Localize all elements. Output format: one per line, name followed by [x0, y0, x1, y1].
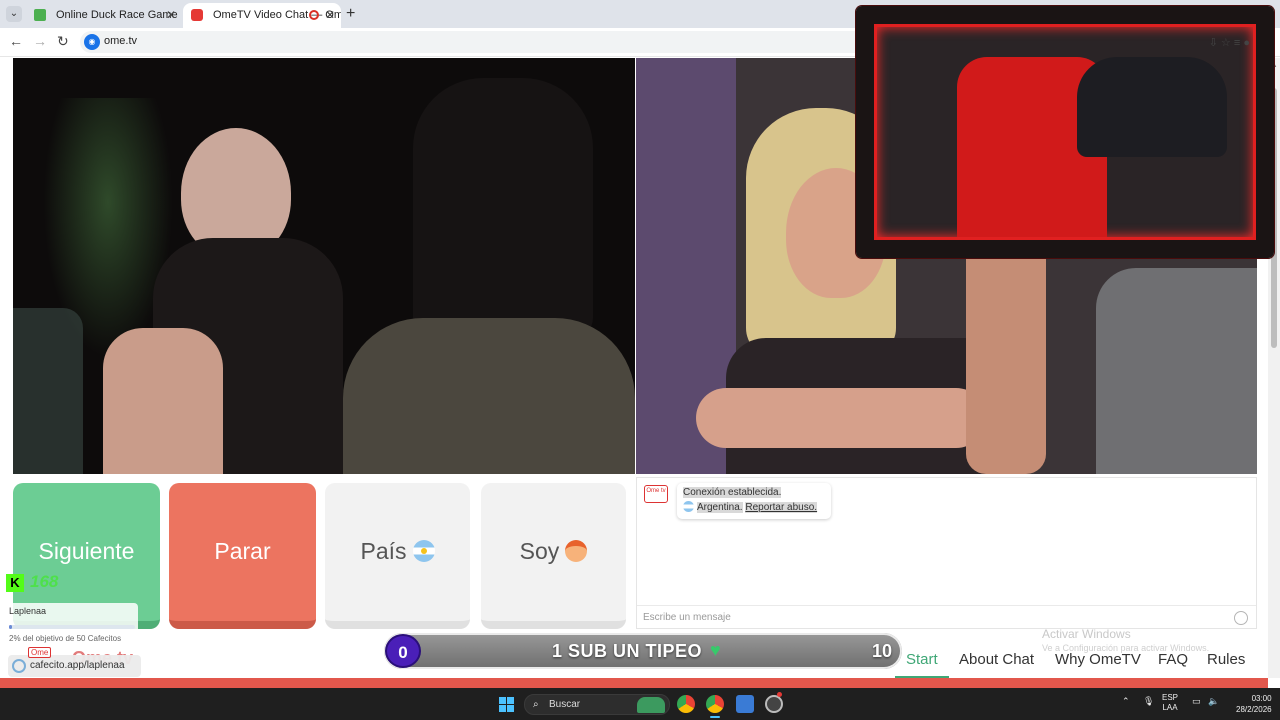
close-tab-icon[interactable]: ✕ [325, 8, 335, 22]
clock-time: 03:00 [1251, 694, 1272, 703]
gender-button-label: Soy [519, 538, 560, 564]
back-arrow-icon[interactable]: ← [9, 33, 23, 49]
country-text: Argentina. [697, 502, 743, 513]
recording-dot-icon [777, 692, 782, 697]
forward-arrow-icon[interactable]: → [33, 33, 47, 49]
network-icon[interactable]: ▭ [1192, 696, 1201, 707]
nav-start[interactable]: Start [906, 651, 938, 668]
cafecito-link: cafecito.app/laplenaa [30, 660, 125, 671]
nav-faq[interactable]: FAQ [1158, 651, 1188, 668]
next-button-label: Siguiente [38, 538, 135, 564]
woman-arms [696, 388, 986, 448]
browser-toolbar-icons: ⇩ ☆ ≡ ● [1209, 36, 1250, 49]
keyboard-layout: LAA [1162, 703, 1178, 712]
sub-count-left: 0 [385, 634, 421, 668]
tab-label: Online Duck Race Game [56, 9, 178, 21]
stop-button[interactable]: Parar [169, 483, 316, 629]
windows-start-icon[interactable] [499, 697, 514, 712]
close-tab-icon[interactable]: ✕ [166, 8, 176, 22]
person-two-jacket [343, 318, 635, 474]
boy-face-icon [565, 540, 588, 562]
nav-why-ometv[interactable]: Why OmeTV [1055, 651, 1141, 668]
cap-shape [1077, 57, 1227, 157]
donation-goal-widget: Laplenaa 2% del objetivo de 50 Cafecitos [6, 603, 138, 647]
argentina-flag-icon [683, 501, 694, 512]
country-button[interactable]: País [325, 483, 470, 629]
cafecito-icon [12, 659, 26, 673]
chrome-canary-taskbar-icon[interactable] [706, 695, 724, 713]
tab-ometv[interactable]: OmeTV Video Chat — Ome ✕ [183, 3, 341, 28]
system-message: Conexión establecida. Argentina. Reporta… [677, 483, 831, 519]
sub-goal-banner: 0 1 SUB UN TIPEO ♥ 10 [384, 633, 902, 669]
follower-counter: K 168 [6, 572, 58, 592]
tab-label: OmeTV Video Chat — Ome [213, 9, 341, 21]
address-input[interactable]: ◉ ome.tv [80, 31, 980, 53]
clock-date: 28/2/2026 [1236, 705, 1272, 714]
tab-search-dropdown-icon[interactable]: ⌄ [6, 6, 22, 22]
person-one-arm [103, 328, 223, 474]
site-info-icon[interactable]: ◉ [84, 34, 100, 50]
url-text: ome.tv [104, 35, 138, 47]
message-input[interactable]: Escribe un mensaje [637, 605, 1256, 629]
person-two-hair [413, 78, 593, 338]
system-clock[interactable]: 03:00 28/2/2026 [1236, 693, 1272, 715]
install-app-icon[interactable]: ⇩ [1209, 37, 1218, 49]
nav-about-chat[interactable]: About Chat [959, 651, 1034, 668]
goal-text: 2% del objetivo de 50 Cafecitos [9, 634, 122, 643]
reading-list-icon[interactable]: ≡ [1234, 37, 1240, 49]
man-shorts [1096, 268, 1257, 474]
photos-taskbar-icon[interactable] [736, 695, 754, 713]
obs-taskbar-icon[interactable] [765, 695, 783, 713]
activate-windows-title: Activar Windows [1042, 627, 1131, 641]
green-heart-icon: ♥ [710, 640, 721, 660]
microphone-icon[interactable]: 🎙 [1143, 696, 1154, 707]
taskbar-search-box[interactable]: ⌕ Buscar [524, 694, 670, 715]
bookmark-star-icon[interactable]: ☆ [1221, 37, 1231, 49]
stranger-video [13, 58, 635, 474]
tray-overflow-icon[interactable]: ⌃ [1122, 696, 1130, 707]
new-tab-icon[interactable]: + [346, 5, 355, 23]
argentina-flag-icon [412, 540, 435, 562]
gender-button[interactable]: Soy [481, 483, 626, 629]
active-app-indicator [710, 716, 720, 718]
volume-icon[interactable]: 🔈 [1208, 696, 1219, 707]
duck-race-favicon-icon [34, 9, 46, 21]
chat-panel: Ome tv Conexión establecida. Argentina. … [636, 477, 1257, 629]
profile-avatar-icon[interactable]: ● [1243, 37, 1250, 49]
search-highlight-icon [637, 697, 665, 713]
chrome-taskbar-icon[interactable] [677, 695, 695, 713]
vase-shape [13, 308, 83, 474]
man-arm [966, 228, 1046, 474]
webcam-overlay: ⇩ ☆ ≡ ● [856, 6, 1274, 258]
language-indicator[interactable]: ESP LAA [1162, 693, 1178, 713]
recording-icon [309, 10, 319, 20]
taskbar-search-placeholder: Buscar [549, 699, 581, 710]
footer-red-strip [0, 678, 1268, 688]
ome-mini-logo: Ome [28, 647, 52, 658]
follower-count: 168 [30, 572, 59, 591]
search-icon: ⌕ [533, 699, 539, 710]
nav-rules[interactable]: Rules [1207, 651, 1245, 668]
sub-count-right: 10 [871, 641, 892, 661]
sub-banner-title: 1 SUB UN TIPEO [552, 641, 703, 661]
emoji-icon[interactable] [1234, 611, 1248, 625]
ometv-favicon-icon [191, 9, 203, 21]
connection-message: Conexión establecida. [683, 487, 782, 498]
webcam-feed [874, 24, 1256, 240]
reload-icon[interactable]: ↻ [57, 33, 69, 50]
ometv-logo-icon: Ome tv [644, 485, 668, 503]
language-code: ESP [1162, 693, 1179, 702]
report-abuse-link[interactable]: Reportar abuso. [745, 502, 818, 513]
kick-logo-icon: K [6, 574, 24, 592]
activate-windows-subtitle: Ve a Configuración para activar Windows. [1042, 643, 1210, 653]
goal-name: Laplenaa [9, 606, 47, 616]
windows-taskbar: ⌕ Buscar ⌃ 🎙 ESP LAA ▭ 🔈 03:00 28/2/2026 [0, 688, 1280, 720]
cafecito-link-widget: cafecito.app/laplenaa [8, 655, 141, 677]
stop-button-label: Parar [214, 538, 271, 564]
message-placeholder: Escribe un mensaje [643, 612, 731, 623]
goal-progress-bar [9, 625, 135, 629]
tab-duck-race[interactable]: Online Duck Race Game ✕ [26, 3, 182, 28]
goal-progress-fill [9, 625, 12, 629]
country-button-label: País [360, 538, 407, 564]
